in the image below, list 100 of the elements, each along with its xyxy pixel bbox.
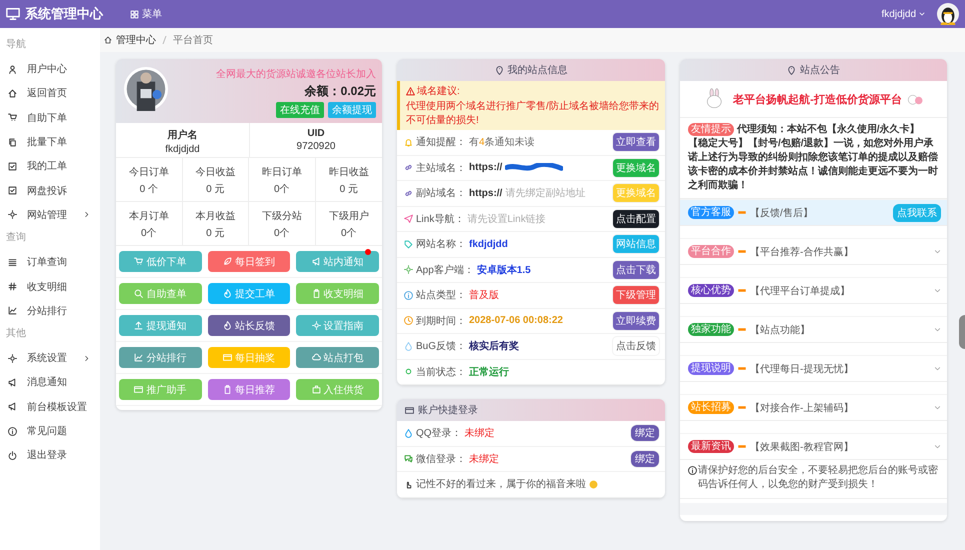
info-value: fkdjdjdd	[469, 238, 508, 250]
row-action-button[interactable]: 下级管理	[613, 286, 659, 304]
announcement-item[interactable]: 平台合作 【平台推荐-合作共赢】	[680, 238, 947, 265]
alert-title: 域名建议:	[417, 84, 460, 98]
stat-label: 昨日收益	[328, 166, 369, 179]
chevron-down-icon[interactable]	[934, 287, 941, 294]
chart-icon	[134, 353, 144, 362]
info-value: 安卓版本1.5	[476, 263, 531, 277]
announcement-item[interactable]: 站长招募 【对接合作-上架辅码】	[680, 394, 947, 421]
chevron-down-icon[interactable]	[934, 248, 941, 255]
menu-button[interactable]: 菜单	[130, 7, 162, 21]
clipboard-icon	[312, 289, 321, 298]
stat-value: 0 元	[340, 183, 358, 196]
announcement-item[interactable]: 独家功能 【站点功能】	[680, 316, 947, 343]
search-icon	[134, 289, 144, 298]
row-action-button[interactable]: 立即查看	[613, 133, 659, 152]
checkbox-icon	[8, 162, 17, 171]
home-icon	[104, 36, 112, 44]
sidebar-item[interactable]: 消息通知	[0, 370, 100, 395]
bind-button[interactable]: 绑定	[631, 425, 659, 442]
hot-icon	[738, 444, 746, 449]
caret-icon	[918, 10, 926, 18]
upload-icon	[134, 321, 144, 330]
sidebar-item[interactable]: 自助下单	[0, 106, 100, 130]
field-value: fkdjdjdd	[165, 144, 200, 155]
cloud-icon	[312, 353, 321, 362]
stat-value: 0 元	[206, 227, 224, 240]
item-text: 【对接合作-上架辅码】	[750, 402, 854, 414]
field-label: UID	[307, 128, 325, 139]
user-icon	[8, 64, 17, 74]
sidebar-item[interactable]: 网站管理	[0, 202, 100, 228]
send-icon	[404, 214, 413, 224]
info-value: 请先绑定副站地址	[505, 186, 586, 200]
row-action-button[interactable]: 点击反馈	[613, 337, 659, 356]
chevron-down-icon[interactable]	[934, 404, 941, 411]
info-label: 通知提醒：	[416, 136, 466, 150]
announcement-item[interactable]: 核心优势 【代理平台订单提成】	[680, 277, 947, 304]
row-action-button[interactable]: 点击配置	[613, 210, 659, 228]
stat-value: 0个	[274, 183, 290, 196]
sidebar-item[interactable]: 返回首页	[0, 81, 100, 106]
stat-label: 今日订单	[128, 166, 169, 179]
sidebar-item[interactable]: 收支明细	[0, 274, 100, 299]
sidebar-item[interactable]: 常见问题	[0, 418, 100, 444]
security-notice: 请保护好您的后台安全，不要轻易把您后台的账号或密码告诉任何人，以免您的财产受到损失！	[698, 464, 939, 492]
banner-title: 老平台扬帆起航-打造低价货源平台	[733, 92, 902, 106]
category-tag: 独家功能	[688, 323, 734, 336]
info-value: 2028-07-06 00:08:22	[469, 315, 563, 326]
location-icon	[787, 66, 796, 74]
sidebar-item[interactable]: 批量下单	[0, 130, 100, 154]
chevron-down-icon[interactable]	[934, 326, 941, 333]
sidebar-item[interactable]: 网盘投诉	[0, 178, 100, 203]
menu-icon	[130, 10, 139, 18]
sidebar-item[interactable]: 用户中心	[0, 57, 100, 82]
card-title: 站点公告	[800, 64, 840, 77]
info-value: 未绑定	[469, 452, 499, 466]
chevron-down-icon[interactable]	[934, 443, 941, 450]
sidebar-item[interactable]: 系统设置	[0, 346, 100, 370]
row-action-button[interactable]: 点击下载	[613, 260, 659, 279]
chevron-down-icon[interactable]	[934, 365, 941, 372]
link-icon	[404, 188, 413, 198]
sidebar-item[interactable]: 前台模板设置	[0, 394, 100, 419]
cart-icon	[8, 113, 17, 122]
alert-text: 代理使用两个域名进行推广零售/防止域名被墙给您带来的不可估量的损失!	[406, 100, 659, 127]
item-text: 【站点功能】	[750, 324, 810, 336]
card-icon	[134, 385, 144, 394]
action-button[interactable]: 每日推荐	[208, 379, 290, 400]
stat-value: 0个	[340, 227, 357, 240]
action-button[interactable]: 每日签到	[208, 251, 290, 272]
action-button[interactable]: 分站排行	[119, 347, 202, 368]
row-action-button[interactable]: 立即续费	[613, 312, 659, 330]
info-value: 请先设置Link链接	[467, 212, 546, 226]
app-title: 系统管理中心	[25, 5, 103, 23]
breadcrumb-link[interactable]: 管理中心	[116, 33, 156, 47]
drop-icon	[404, 428, 413, 438]
sidebar-item[interactable]: 我的工单	[0, 154, 100, 178]
sidebar-item[interactable]: 订单查询	[0, 250, 100, 274]
stat-label: 下级分站	[262, 210, 302, 223]
hot-icon	[738, 366, 746, 371]
sidebar-item[interactable]: 退出登录	[0, 443, 100, 468]
note-text: 记性不好的看过来，属于你的福音来啦	[416, 478, 586, 492]
action-button[interactable]: 站长反馈	[208, 315, 290, 336]
info-label: QQ登录：	[416, 427, 462, 440]
stat-value: 0个	[274, 227, 290, 240]
hot-icon	[738, 405, 746, 410]
info-label: 主站域名：	[416, 162, 466, 175]
announcement-item[interactable]: 最新资讯 【效果截图-教程官网】	[680, 433, 947, 460]
info-value: 未绑定	[464, 426, 495, 440]
flame-icon	[222, 289, 232, 298]
megaphone-icon	[8, 378, 17, 387]
item-text: 【代理每日-提现无忧】	[750, 362, 854, 376]
action-button[interactable]: 站点打包	[296, 347, 379, 368]
user-menu-button[interactable]: fkdjdjdd	[876, 8, 932, 20]
announcement-item[interactable]: 官方客服 【反馈/售后】 点我联系	[680, 199, 947, 226]
sidebar-item[interactable]: 分站排行	[0, 298, 100, 323]
drop-icon	[404, 342, 413, 351]
announcement-item[interactable]: 提现说明 【代理每日-提现无忧】	[680, 355, 947, 382]
category-tag: 最新资讯	[688, 440, 734, 453]
balance-text: 余额：0.02元	[304, 83, 376, 100]
side-handle[interactable]	[959, 315, 965, 349]
bind-button[interactable]: 绑定	[631, 450, 659, 467]
